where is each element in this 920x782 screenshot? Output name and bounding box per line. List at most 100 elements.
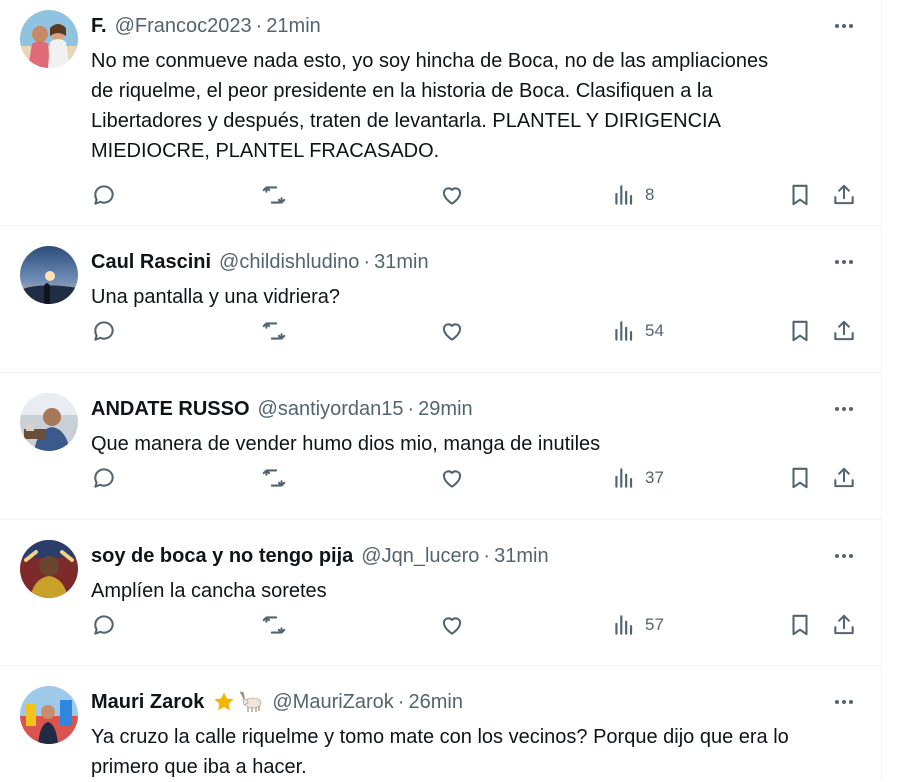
star-emoji-icon [214,692,234,711]
tweet-header: soy de boca y no tengo pija @Jqn_lucero … [91,542,863,570]
like-icon [442,617,462,635]
tweet-header: ANDATE RUSSO @santiyordan15 · 29min [91,395,863,423]
retweet-button[interactable] [261,314,287,348]
retweet-icon [262,186,286,204]
separator-dot: · [255,15,263,37]
tweet-text: Ya cruzo la calle riquelme y tomo mate c… [91,726,789,778]
action-bar: 8 [91,178,863,212]
share-button[interactable] [831,461,857,495]
author-handle[interactable]: @Francoc2023 [115,12,252,40]
separator-dot: · [483,545,491,567]
more-options-button[interactable] [829,690,859,714]
separator-dot: · [363,251,371,273]
bookmark-button[interactable] [787,178,813,212]
reply-button[interactable] [91,178,117,212]
like-icon [442,470,462,488]
separator-dot: · [407,398,415,420]
author-handle[interactable]: @santiyordan15 [258,395,404,423]
share-icon [834,614,854,635]
like-button[interactable] [439,461,465,495]
bookmark-button[interactable] [787,314,813,348]
avatar[interactable] [20,393,78,451]
reply-icon [94,321,114,341]
tweet[interactable]: Mauri Zarok @MauriZarok · 26min Ya cruzo… [0,666,881,780]
timestamp[interactable]: 31min [374,248,428,276]
views-button[interactable]: 37 [611,461,664,495]
avatar[interactable] [20,540,78,598]
author-name[interactable]: ANDATE RUSSO [91,395,250,423]
like-icon [442,323,462,341]
views-button[interactable]: 8 [611,178,654,212]
share-button[interactable] [831,608,857,642]
views-button[interactable]: 57 [611,608,664,642]
author-name[interactable]: soy de boca y no tengo pija [91,542,353,570]
share-icon [834,320,854,341]
more-icon [835,260,853,264]
author-name[interactable]: F. [91,12,107,40]
bookmark-button[interactable] [787,461,813,495]
retweet-button[interactable] [261,461,287,495]
more-options-button[interactable] [829,397,859,421]
reply-button[interactable] [91,608,117,642]
action-bar: 37 [91,461,863,495]
author-name[interactable]: Caul Rascini [91,248,211,276]
timestamp[interactable]: 29min [418,395,472,423]
more-icon [835,24,853,28]
tweet[interactable]: ANDATE RUSSO @santiyordan15 · 29min Que … [0,373,881,520]
reply-button[interactable] [91,314,117,348]
views-icon [615,468,633,488]
share-icon [834,467,854,488]
retweet-icon [262,469,286,487]
views-button[interactable]: 54 [611,314,664,348]
avatar[interactable] [20,246,78,304]
more-options-button[interactable] [829,14,859,38]
like-button[interactable] [439,608,465,642]
action-bar: 54 [91,314,863,348]
right-rail-divider [881,0,882,780]
like-icon [442,187,462,205]
avatar[interactable] [20,686,78,744]
tweet-text: Que manera de vender humo dios mio, mang… [91,433,601,455]
retweet-icon [262,322,286,340]
tweet[interactable]: soy de boca y no tengo pija @Jqn_lucero … [0,520,881,666]
reply-icon [94,185,114,205]
author-handle[interactable]: @Jqn_lucero [361,542,479,570]
share-icon [834,184,854,205]
tweet-header: F. @Francoc2023 · 21min [91,12,863,40]
like-button[interactable] [439,178,465,212]
more-options-button[interactable] [829,544,859,568]
author-name[interactable]: Mauri Zarok [91,688,204,716]
timestamp[interactable]: 21min [266,12,320,40]
author-handle[interactable]: @MauriZarok [272,688,393,716]
more-options-button[interactable] [829,250,859,274]
views-count: 37 [645,468,664,487]
reply-feed: F. @Francoc2023 · 21min No me conmueve n… [0,0,881,780]
reply-button[interactable] [91,461,117,495]
share-button[interactable] [831,178,857,212]
bookmark-icon [792,184,808,206]
retweet-button[interactable] [261,178,287,212]
bookmark-icon [792,467,808,489]
author-handle[interactable]: @childishludino [219,248,359,276]
views-icon [615,321,633,341]
reply-icon [94,615,114,635]
retweet-button[interactable] [261,608,287,642]
like-button[interactable] [439,314,465,348]
tweet[interactable]: F. @Francoc2023 · 21min No me conmueve n… [0,0,881,226]
bookmark-icon [792,614,808,636]
views-icon [615,615,633,635]
more-icon [835,554,853,558]
name-emoji-badges [212,690,264,714]
views-count: 8 [645,185,655,204]
avatar[interactable] [20,10,78,68]
action-bar: 57 [91,608,863,642]
bookmark-button[interactable] [787,608,813,642]
tweet-text: Amplíen la cancha soretes [91,580,327,602]
timestamp[interactable]: 26min [408,688,462,716]
tweet[interactable]: Caul Rascini @childishludino · 31min Una… [0,226,881,373]
share-button[interactable] [831,314,857,348]
timestamp[interactable]: 31min [494,542,548,570]
reply-icon [94,468,114,488]
retweet-icon [262,616,286,634]
views-count: 57 [645,615,664,634]
